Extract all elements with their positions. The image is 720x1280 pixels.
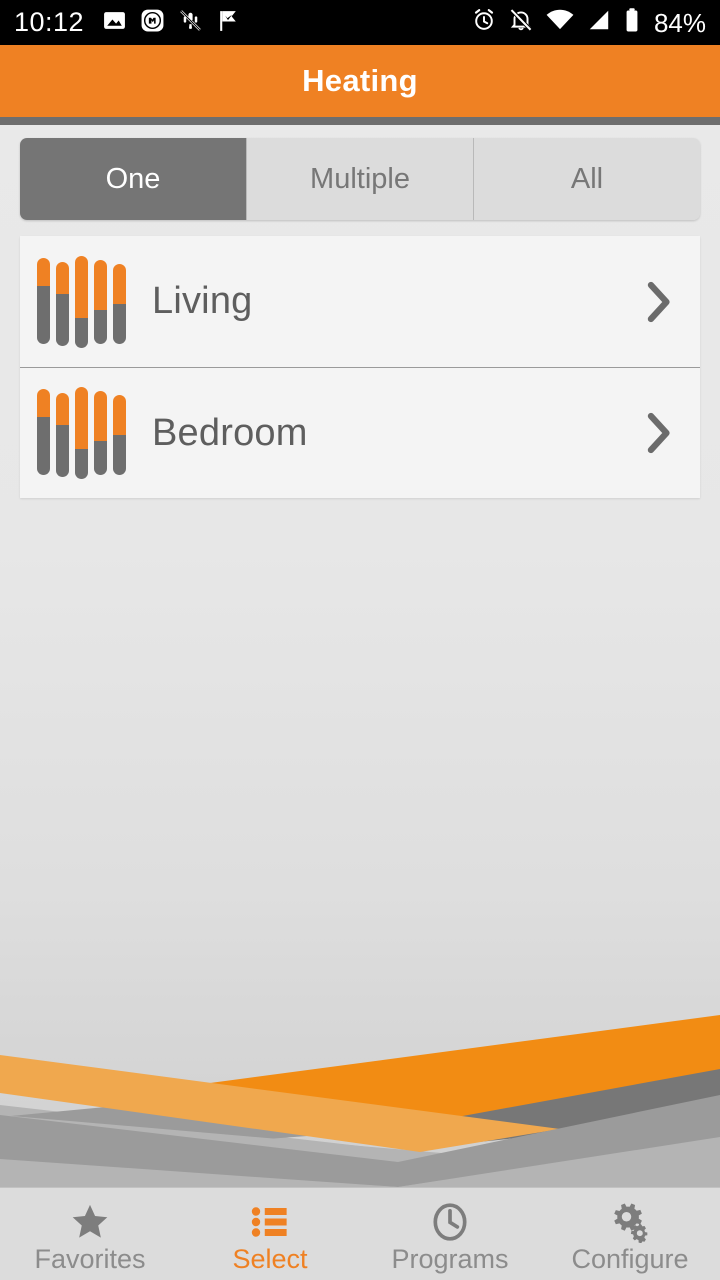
radiator-icon bbox=[34, 385, 130, 481]
scope-segmented-control[interactable]: One Multiple All bbox=[20, 138, 700, 220]
decorative-ribbons bbox=[0, 1015, 720, 1187]
segment-one[interactable]: One bbox=[20, 138, 247, 220]
segment-all[interactable]: All bbox=[474, 138, 700, 220]
list-item-bedroom[interactable]: Bedroom bbox=[20, 367, 700, 498]
check-flag-icon bbox=[216, 8, 241, 38]
battery-icon bbox=[623, 7, 641, 38]
main-content: One Multiple All Living Bedroom bbox=[0, 125, 720, 1187]
alarm-icon bbox=[471, 7, 497, 38]
status-system-icons: 84% bbox=[471, 7, 706, 38]
list-icon bbox=[248, 1201, 292, 1243]
app-header: Heating bbox=[0, 45, 720, 117]
nav-label: Select bbox=[232, 1243, 308, 1274]
nav-label: Configure bbox=[571, 1243, 689, 1274]
status-notification-icons bbox=[102, 8, 241, 38]
bottom-navigation: Favorites Select Programs Configure bbox=[0, 1187, 720, 1280]
chevron-right-icon[interactable] bbox=[638, 277, 678, 327]
list-item-label: Living bbox=[152, 280, 253, 322]
nav-label: Programs bbox=[391, 1243, 509, 1274]
cellular-signal-icon bbox=[586, 7, 612, 38]
vibrate-off-icon bbox=[178, 8, 203, 38]
radiator-icon bbox=[34, 254, 130, 350]
mi-app-icon bbox=[140, 8, 165, 38]
star-icon bbox=[68, 1201, 112, 1243]
clock-icon bbox=[428, 1201, 472, 1243]
app-screen: 10:12 84% Heating One Multiple All Livin… bbox=[0, 0, 720, 1280]
list-item-living[interactable]: Living bbox=[20, 236, 700, 367]
page-title: Heating bbox=[302, 63, 418, 98]
nav-item-favorites[interactable]: Favorites bbox=[0, 1188, 180, 1280]
nav-item-select[interactable]: Select bbox=[180, 1188, 360, 1280]
header-divider bbox=[0, 117, 720, 125]
battery-percent-label: 84% bbox=[653, 7, 706, 38]
nav-item-programs[interactable]: Programs bbox=[360, 1188, 540, 1280]
chevron-right-icon[interactable] bbox=[638, 408, 678, 458]
gears-icon bbox=[607, 1201, 653, 1243]
list-item-label: Bedroom bbox=[152, 411, 308, 454]
segment-multiple[interactable]: Multiple bbox=[247, 138, 474, 220]
room-list: Living Bedroom bbox=[20, 236, 700, 498]
nav-item-configure[interactable]: Configure bbox=[540, 1188, 720, 1280]
status-bar: 10:12 84% bbox=[0, 0, 720, 45]
nav-label: Favorites bbox=[34, 1243, 146, 1274]
status-clock: 10:12 bbox=[14, 7, 85, 37]
wifi-icon bbox=[545, 7, 575, 38]
image-icon bbox=[102, 8, 127, 38]
notifications-off-icon bbox=[508, 7, 534, 38]
